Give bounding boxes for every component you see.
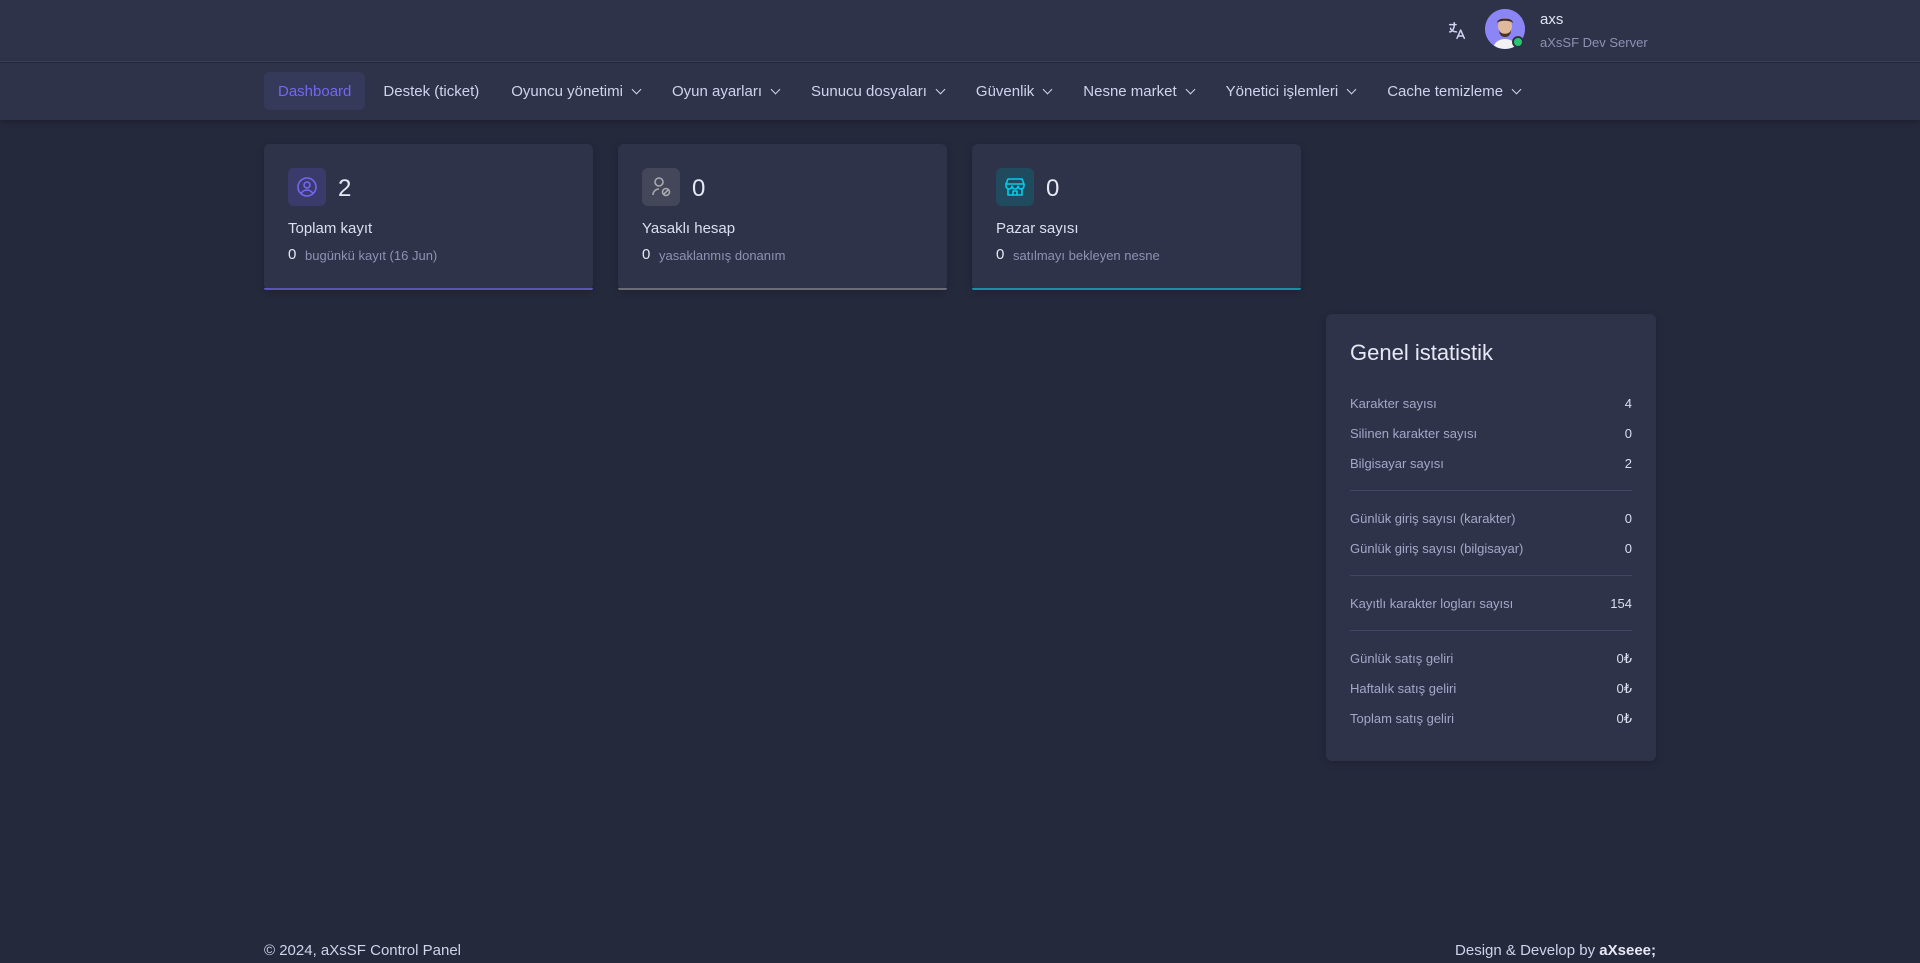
card-total-registrations: 2 Toplam kayıt 0 bugünkü kayıt (16 Jun) (264, 144, 593, 290)
nav-item-market[interactable]: Nesne market (1069, 72, 1207, 110)
user-server: aXsSF Dev Server (1540, 35, 1648, 50)
stat-value: 4 (1624, 396, 1632, 411)
stat-label: Karakter sayısı (1350, 396, 1437, 411)
nav-label: Oyuncu yönetimi (511, 82, 623, 100)
stats-divider (1350, 575, 1632, 576)
stat-value: 0 (1624, 541, 1632, 556)
nav-support-ticket[interactable]: Destek (ticket) (369, 72, 493, 110)
card-accent-bar (264, 288, 593, 290)
footer-copyright: © 2024, aXsSF Control Panel (264, 942, 461, 959)
stat-row: Silinen karakter sayısı 0 (1350, 426, 1632, 441)
stat-label: Silinen karakter sayısı (1350, 426, 1478, 441)
chevron-down-icon (1185, 84, 1196, 94)
card-value: 0 (1046, 175, 1060, 202)
stat-label: Günlük satış geliri (1350, 651, 1454, 666)
card-sub-text: yasaklanmış donanım (659, 248, 786, 263)
main-nav: Dashboard Destek (ticket) Oyuncu yönetim… (0, 63, 1920, 120)
chevron-down-icon (631, 84, 642, 94)
card-title: Pazar sayısı (996, 220, 1079, 237)
stat-label: Toplam satış geliri (1350, 711, 1455, 726)
stat-row: Toplam satış geliri 0₺ (1350, 711, 1632, 727)
card-accent-bar (972, 288, 1301, 290)
stat-value: 0₺ (1616, 651, 1632, 666)
stat-row: Günlük satış geliri 0₺ (1350, 651, 1632, 667)
nav-label: Sunucu dosyaları (811, 82, 927, 100)
card-sub-value: 0 (996, 246, 1005, 263)
stat-value: 0₺ (1616, 711, 1632, 726)
nav-security[interactable]: Güvenlik (962, 72, 1065, 110)
nav-label: Güvenlik (975, 82, 1035, 100)
stat-label: Kayıtlı karakter logları sayısı (1350, 596, 1514, 611)
chevron-down-icon (1346, 84, 1357, 94)
stat-value: 0 (1624, 426, 1632, 441)
stat-row: Haftalık satış geliri 0₺ (1350, 681, 1632, 697)
nav-label: Dashboard (278, 82, 352, 100)
nav-label: Cache temizleme (1387, 82, 1504, 100)
translate-icon[interactable] (1444, 18, 1470, 44)
card-sub-text: bugünkü kayıt (16 Jun) (305, 248, 438, 263)
online-status-dot (1512, 36, 1524, 48)
card-sub-text: satılmayı bekleyen nesne (1013, 248, 1160, 263)
stat-label: Günlük giriş sayısı (karakter) (1350, 511, 1516, 526)
stat-row: Karakter sayısı 4 (1350, 396, 1632, 411)
stat-value: 2 (1624, 456, 1632, 471)
stats-divider (1350, 490, 1632, 491)
stat-value: 0₺ (1616, 681, 1632, 696)
nav-label: Nesne market (1083, 82, 1177, 100)
chevron-down-icon (770, 84, 781, 94)
nav-dashboard[interactable]: Dashboard (264, 72, 366, 110)
stat-row: Günlük giriş sayısı (bilgisayar) 0 (1350, 541, 1632, 556)
chevron-down-icon (1511, 84, 1522, 94)
nav-label: Oyun ayarları (671, 82, 763, 100)
stat-value: 0 (1624, 511, 1632, 526)
stat-label: Günlük giriş sayısı (bilgisayar) (1350, 541, 1524, 556)
card-title: Yasaklı hesap (642, 220, 736, 237)
card-banned-accounts: 0 Yasaklı hesap 0 yasaklanmış donanım (618, 144, 947, 290)
card-title: Toplam kayıt (288, 220, 373, 237)
user-circle-icon (288, 168, 326, 206)
top-bar: axs aXsSF Dev Server (0, 0, 1920, 62)
stat-label: Haftalık satış geliri (1350, 681, 1457, 696)
chevron-down-icon (1042, 84, 1053, 94)
chevron-down-icon (935, 84, 946, 94)
nav-game-settings[interactable]: Oyun ayarları (658, 72, 793, 110)
stats-title: Genel istatistik (1350, 340, 1494, 365)
footer-credit: Design & Develop by aXseee; (1455, 942, 1656, 959)
stat-row: Günlük giriş sayısı (karakter) 0 (1350, 511, 1632, 526)
nav-cache-clear[interactable]: Cache temizleme (1373, 72, 1534, 110)
general-stats-panel: Genel istatistik Karakter sayısı 4 Siline… (1326, 314, 1656, 761)
card-sub-value: 0 (288, 246, 297, 263)
store-icon (996, 168, 1034, 206)
footer-brand-link[interactable]: aXseee; (1599, 942, 1656, 959)
stats-divider (1350, 630, 1632, 631)
user-name[interactable]: axs (1540, 11, 1563, 28)
card-accent-bar (618, 288, 947, 290)
card-sub-value: 0 (642, 246, 651, 263)
nav-admin-operations[interactable]: Yönetici işlemleri (1212, 72, 1370, 110)
user-banned-icon (642, 168, 680, 206)
nav-label: Destek (ticket) (383, 82, 480, 100)
nav-server-files[interactable]: Sunucu dosyaları (797, 72, 958, 110)
stat-value: 154 (1610, 596, 1632, 611)
stat-row: Bilgisayar sayısı 2 (1350, 456, 1632, 471)
stat-label: Bilgisayar sayısı (1350, 456, 1444, 471)
footer-credit-prefix: Design & Develop by (1455, 942, 1600, 959)
card-market-count: 0 Pazar sayısı 0 satılmayı bekleyen nesn… (972, 144, 1301, 290)
nav-player-management[interactable]: Oyuncu yönetimi (497, 72, 654, 110)
card-value: 2 (338, 175, 352, 202)
stat-row: Kayıtlı karakter logları sayısı 154 (1350, 596, 1632, 611)
nav-label: Yönetici işlemleri (1225, 82, 1339, 100)
card-value: 0 (692, 175, 706, 202)
